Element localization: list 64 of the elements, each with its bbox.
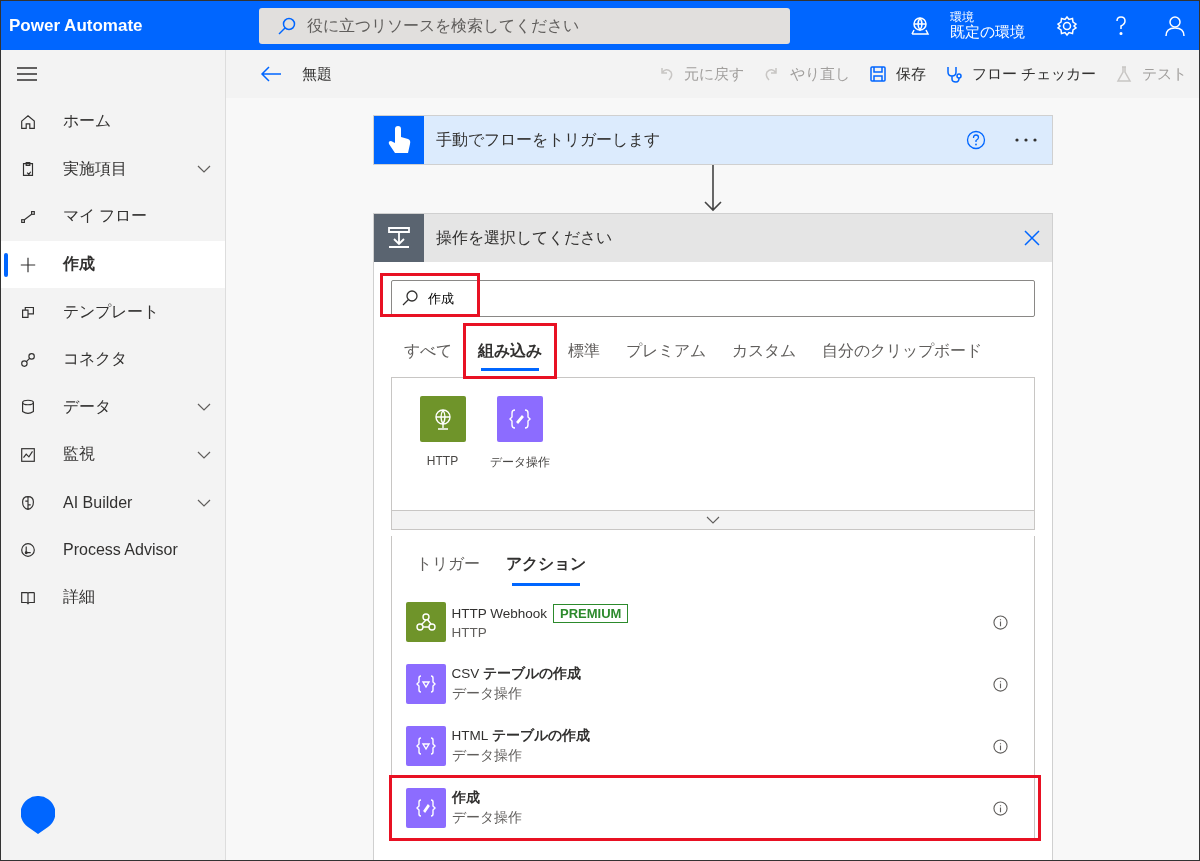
- search-icon: [400, 289, 419, 307]
- sidebar-item[interactable]: テンプレート: [1, 288, 225, 336]
- sidebar-item[interactable]: 実施項目: [1, 145, 225, 194]
- connector-tile[interactable]: HTTP: [419, 396, 466, 510]
- category-tab[interactable]: カスタム: [718, 325, 809, 377]
- type-tab[interactable]: トリガー: [405, 536, 490, 592]
- chevron-down-icon[interactable]: [705, 516, 720, 524]
- flask-icon: [1114, 64, 1134, 84]
- trigger-card[interactable]: 手動でフローをトリガーします: [372, 115, 1053, 165]
- trigger-title: 手動でフローをトリガーします: [434, 129, 661, 150]
- nav-icon: [19, 208, 37, 226]
- search-field[interactable]: 作成: [390, 280, 1035, 317]
- sidebar-item[interactable]: 作成: [1, 240, 225, 289]
- action-item[interactable]: HTML テーブルの作成 データ操作: [405, 716, 1020, 776]
- info-icon[interactable]: [992, 738, 1008, 754]
- category-tab[interactable]: すべて: [390, 325, 465, 377]
- category-tab[interactable]: 組み込み: [464, 325, 555, 377]
- sidebar-item[interactable]: マイ フロー: [1, 193, 225, 241]
- picker-title: 操作を選択してください: [434, 227, 613, 248]
- more-icon[interactable]: [1013, 137, 1038, 143]
- environment-name[interactable]: 既定の環境: [950, 23, 1025, 41]
- close-icon[interactable]: [1023, 230, 1040, 246]
- toolbar-button[interactable]: フロー チェッカー: [943, 64, 1096, 84]
- chat-pin-icon[interactable]: [21, 795, 55, 834]
- category-tab[interactable]: プレミアム: [612, 325, 719, 377]
- category-tab[interactable]: 標準: [554, 325, 613, 377]
- nav-icon: [19, 445, 37, 464]
- nav-icon: [19, 398, 37, 417]
- toolbar-button[interactable]: 保存: [867, 64, 926, 84]
- info-icon[interactable]: [992, 800, 1008, 816]
- back-arrow-icon[interactable]: [260, 65, 282, 83]
- connector-tile[interactable]: データ操作: [489, 396, 550, 510]
- type-tab[interactable]: アクション: [495, 536, 596, 592]
- nav-icon: [19, 493, 37, 512]
- sidebar-item[interactable]: コネクタ: [1, 335, 225, 384]
- action-step-icon: [385, 225, 412, 251]
- search-field[interactable]: 役に立つリソースを検索してください: [259, 7, 790, 44]
- info-icon[interactable]: [992, 614, 1008, 630]
- premium-badge: PREMIUM: [553, 604, 629, 623]
- action-item[interactable]: CSV テーブルの作成 データ操作: [405, 654, 1020, 714]
- app-title: Power Automate: [8, 15, 144, 36]
- menu-icon[interactable]: [17, 67, 37, 81]
- sidebar-item[interactable]: Process Advisor: [1, 526, 225, 574]
- sidebar-item[interactable]: 監視: [1, 431, 225, 479]
- down-arrow-icon: [702, 165, 723, 213]
- nav-icon: [19, 255, 37, 274]
- environment-label: 環境: [950, 10, 975, 24]
- category-tab[interactable]: 自分のクリップボード: [808, 325, 995, 377]
- settings-icon[interactable]: [1055, 13, 1079, 38]
- info-icon[interactable]: [992, 676, 1008, 692]
- flow-title: 無題: [302, 64, 332, 84]
- help-icon[interactable]: [965, 130, 986, 150]
- sidebar-item[interactable]: AI Builder: [1, 478, 225, 527]
- nav-icon: [19, 350, 37, 369]
- selection-bar: [4, 252, 8, 277]
- action-item[interactable]: 作成 データ操作: [391, 778, 1038, 838]
- action-item[interactable]: HTTP Webhook PREMIUM HTTP: [405, 592, 1020, 652]
- nav-icon: [19, 112, 37, 131]
- sidebar-item[interactable]: データ: [1, 383, 225, 432]
- save-icon: [867, 64, 888, 84]
- nav-icon: [19, 541, 37, 560]
- sidebar-item[interactable]: ホーム: [1, 98, 225, 146]
- sidebar-item[interactable]: 詳細: [1, 573, 225, 622]
- user-icon[interactable]: [1163, 13, 1187, 38]
